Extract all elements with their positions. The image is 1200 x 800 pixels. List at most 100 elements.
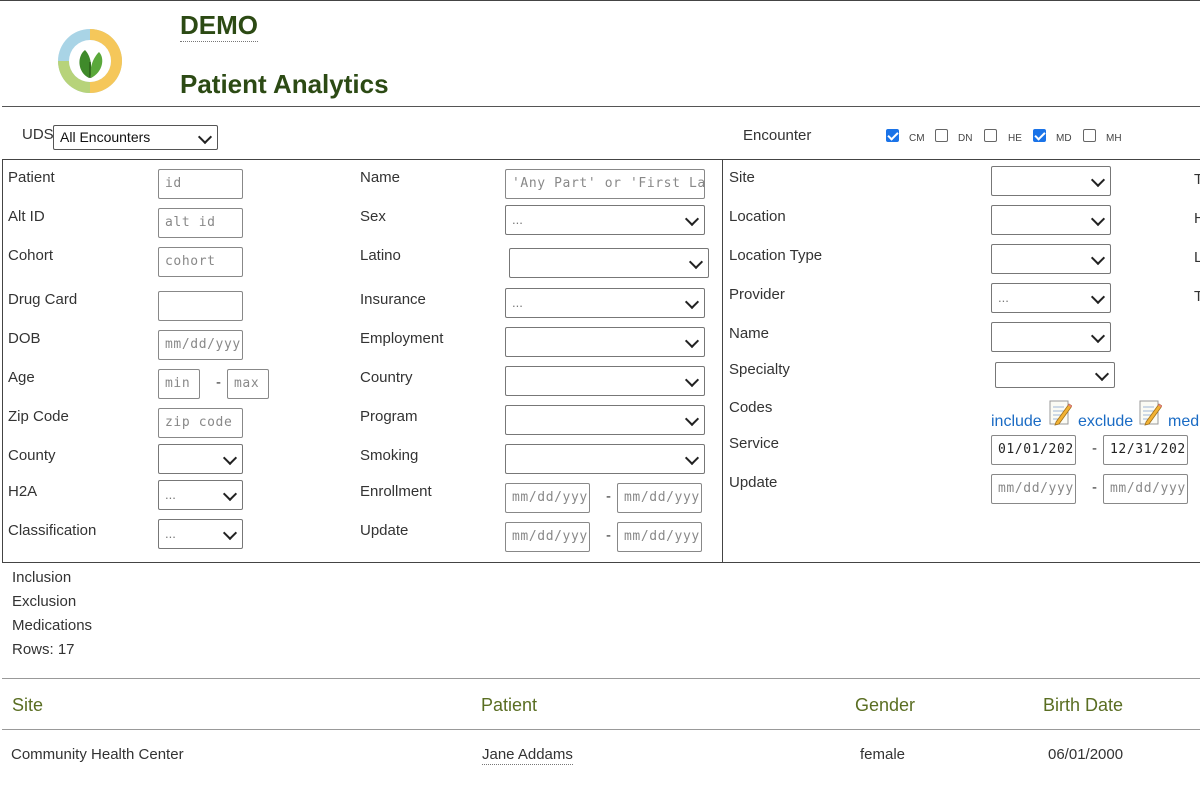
age-min-input[interactable]: min (158, 369, 200, 399)
service-label: Service (729, 435, 780, 452)
provider-select[interactable]: ... (991, 283, 1111, 313)
drug-card-input[interactable] (158, 291, 243, 321)
cell-gender: female (860, 746, 906, 763)
table-header-rule (2, 729, 1200, 730)
page-title: Patient Analytics (180, 69, 389, 99)
column-header-site[interactable]: Site (12, 695, 43, 716)
chevron-down-icon (222, 450, 238, 466)
encounter-dn-checkbox[interactable] (935, 129, 948, 142)
enrollment-from-input[interactable]: mm/dd/yyy (505, 483, 590, 513)
specialty-select[interactable] (995, 362, 1115, 388)
cell-patient-link[interactable]: Jane Addams (482, 746, 573, 765)
chevron-down-icon (684, 333, 700, 349)
smoking-label: Smoking (360, 447, 419, 464)
age-max-input[interactable]: max (227, 369, 269, 399)
cohort-input[interactable]: cohort (158, 247, 243, 277)
program-select[interactable] (505, 405, 705, 435)
uds-select[interactable]: All Encounters (53, 125, 218, 150)
inclusion-summary: Inclusion (12, 569, 72, 586)
encounter-update-to-input[interactable]: mm/dd/yyy (1103, 474, 1188, 504)
country-label: Country (360, 369, 413, 386)
encounter-md-label: MD (1056, 133, 1072, 144)
encounter-update-range-separator: - (1092, 479, 1097, 496)
column-header-patient[interactable]: Patient (481, 695, 537, 716)
drug-card-label: Drug Card (8, 291, 78, 308)
name-input[interactable]: 'Any Part' or 'First Last' (505, 169, 705, 199)
insurance-select[interactable]: ... (505, 288, 705, 318)
column-header-birth-date[interactable]: Birth Date (1043, 695, 1123, 716)
location-type-label: Location Type (729, 247, 823, 264)
cell-site: Community Health Center (11, 746, 184, 763)
clipped-label: H (1194, 210, 1200, 227)
country-select[interactable] (505, 366, 705, 396)
site-select[interactable] (991, 166, 1111, 196)
chevron-down-icon (1090, 289, 1106, 305)
chevron-down-icon (684, 411, 700, 427)
age-range-separator: - (216, 374, 221, 391)
alt-id-label: Alt ID (8, 208, 45, 225)
update-from-input[interactable]: mm/dd/yyy (505, 522, 590, 552)
chevron-down-icon (684, 294, 700, 310)
enrollment-to-input[interactable]: mm/dd/yyy (617, 483, 702, 513)
dob-input[interactable]: mm/dd/yyy (158, 330, 243, 360)
edit-note-icon[interactable] (1138, 398, 1162, 426)
sex-label: Sex (360, 208, 386, 225)
employment-label: Employment (360, 330, 444, 347)
provider-selected-value: ... (998, 290, 1009, 305)
chevron-down-icon (684, 211, 700, 227)
classification-selected-value: ... (165, 526, 176, 541)
include-codes-link[interactable]: include (991, 413, 1042, 431)
encounter-mh-checkbox[interactable] (1083, 129, 1096, 142)
encounter-cm-checkbox[interactable] (886, 129, 899, 142)
encounter-md-checkbox[interactable] (1033, 129, 1046, 142)
chevron-down-icon (1090, 172, 1106, 188)
h2a-select[interactable]: ... (158, 480, 243, 510)
medications-link[interactable]: med (1168, 413, 1199, 431)
location-type-select[interactable] (991, 244, 1111, 274)
patient-id-input[interactable]: id (158, 169, 243, 199)
column-header-gender[interactable]: Gender (855, 695, 915, 716)
exclude-codes-link[interactable]: exclude (1078, 413, 1133, 431)
chevron-down-icon (1090, 250, 1106, 266)
service-to-input[interactable]: 12/31/2021 (1103, 435, 1188, 465)
insurance-selected-value: ... (512, 295, 523, 310)
chevron-down-icon (222, 486, 238, 502)
encounter-mh-label: MH (1106, 133, 1122, 144)
county-label: County (8, 447, 56, 464)
encounter-dn-label: DN (958, 133, 973, 144)
uds-selected-value: All Encounters (60, 129, 151, 145)
encounter-cm-label: CM (909, 133, 925, 144)
sex-select[interactable]: ... (505, 205, 705, 235)
chevron-down-icon (688, 254, 704, 270)
org-name[interactable]: DEMO (180, 10, 258, 42)
edit-note-icon[interactable] (1048, 398, 1072, 426)
update-label: Update (360, 522, 409, 539)
employment-select[interactable] (505, 327, 705, 357)
encounter-update-from-input[interactable]: mm/dd/yyy (991, 474, 1076, 504)
chevron-down-icon (1094, 366, 1110, 382)
alt-id-input[interactable]: alt id (158, 208, 243, 238)
provider-name-select[interactable] (991, 322, 1111, 352)
exclusion-summary: Exclusion (12, 593, 77, 610)
location-select[interactable] (991, 205, 1111, 235)
header-divider (2, 106, 1200, 107)
latino-select[interactable] (509, 248, 709, 278)
table-top-rule (2, 678, 1200, 679)
uds-label: UDS (22, 126, 54, 143)
cell-birth-date: 06/01/2000 (1048, 746, 1124, 763)
chevron-down-icon (1090, 211, 1106, 227)
service-from-input[interactable]: 01/01/2021 (991, 435, 1076, 465)
program-label: Program (360, 408, 418, 425)
update-to-input[interactable]: mm/dd/yyy (617, 522, 702, 552)
zip-code-label: Zip Code (8, 408, 69, 425)
encounter-update-label: Update (729, 474, 778, 491)
medications-summary: Medications (12, 617, 93, 634)
top-border (0, 0, 1200, 1)
codes-label: Codes (729, 399, 773, 416)
smoking-select[interactable] (505, 444, 705, 474)
classification-select[interactable]: ... (158, 519, 243, 549)
enrollment-range-separator: - (606, 488, 611, 505)
county-select[interactable] (158, 444, 243, 474)
zip-code-input[interactable]: zip code (158, 408, 243, 438)
encounter-he-checkbox[interactable] (984, 129, 997, 142)
